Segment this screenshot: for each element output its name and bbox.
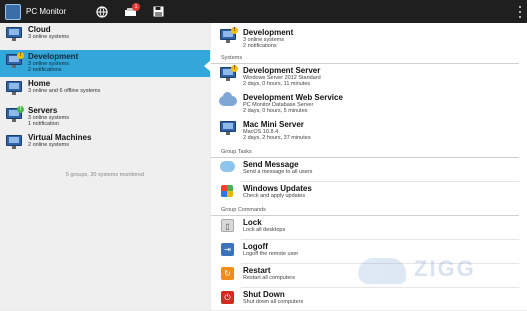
watermark-text: ZIGG	[414, 256, 476, 281]
group-name: Development	[28, 52, 79, 61]
group-item-home[interactable]: Home 3 online and 6 offline systems	[0, 77, 210, 104]
warning-icon: !	[231, 65, 238, 72]
system-uptime: 2 days, 2 hours, 37 minutes	[243, 135, 311, 141]
whale-logo-icon	[358, 258, 406, 284]
group-name: Servers	[28, 106, 58, 115]
chat-bubble-icon	[219, 160, 237, 176]
monitor-icon: !	[5, 52, 24, 69]
command-shut-down[interactable]: ⏻ Shut Down Shut down all computers	[211, 290, 527, 311]
group-header: ! Development 3 online systems 2 notificat…	[211, 23, 527, 53]
monitor-icon: !	[219, 65, 238, 82]
app-title: PC Monitor	[26, 7, 67, 16]
system-item-development-server[interactable]: ! Development Server Windows Server 2012 …	[211, 65, 527, 93]
task-description: Check and apply updates	[243, 193, 306, 199]
monitor-icon	[5, 134, 23, 150]
group-name: Home	[28, 79, 51, 88]
windows-icon	[219, 184, 237, 200]
system-item-mac-mini-server[interactable]: Mac Mini Server MacOS 10.8.4 2 days, 2 hou…	[211, 120, 527, 147]
overflow-menu-icon[interactable]	[518, 6, 522, 18]
floppy-disk-icon	[153, 6, 163, 17]
command-name: Lock	[243, 218, 262, 227]
group-status: 3 online systems	[28, 34, 69, 40]
group-name: Virtual Machines	[28, 133, 92, 142]
group-item-virtual-machines[interactable]: Virtual Machines 2 online systems	[0, 131, 210, 158]
command-name: Shut Down	[243, 290, 285, 299]
group-item-development[interactable]: ! Development 3 online systems 2 notificat…	[0, 50, 210, 77]
group-name: Cloud	[28, 25, 51, 34]
command-description: Lock all desktops	[243, 227, 286, 233]
cloud-icon	[219, 92, 237, 109]
app-logo-icon	[5, 3, 21, 20]
warning-icon: !	[17, 52, 24, 59]
power-icon: ⏻	[219, 290, 237, 306]
divider	[241, 181, 519, 182]
monitor-icon	[219, 120, 237, 136]
globe-button[interactable]	[88, 0, 116, 23]
command-description: Logoff the remote user	[243, 251, 299, 257]
group-commands-section-header: Group Commands	[211, 205, 519, 216]
warning-icon: !	[231, 27, 238, 34]
command-description: Shut down all computers	[243, 299, 304, 305]
monitor-icon: !	[219, 27, 238, 44]
systems-section-header: Systems	[211, 53, 519, 64]
monitor-icon: !	[5, 106, 24, 123]
monitor-icon	[5, 80, 23, 96]
group-item-cloud[interactable]: Cloud 3 online systems	[0, 23, 210, 50]
system-name: Development Server	[243, 66, 321, 75]
group-status: 2 online systems	[28, 142, 69, 148]
notification-count-badge: 1	[132, 3, 140, 11]
command-lock[interactable]: ▯ Lock Lock all desktops	[211, 218, 527, 239]
task-windows-updates[interactable]: Windows Updates Check and apply updates	[211, 184, 527, 205]
command-name: Logoff	[243, 242, 268, 251]
group-notifications: 2 notifications	[28, 67, 62, 73]
system-name: Mac Mini Server	[243, 120, 304, 129]
system-item-development-web-service[interactable]: Development Web Service PC Monitor Databa…	[211, 92, 527, 120]
command-name: Restart	[243, 266, 271, 275]
notifications-button[interactable]: 1	[116, 0, 144, 23]
task-name: Send Message	[243, 160, 299, 169]
save-button[interactable]	[144, 0, 172, 23]
group-tasks-section-header: Group Tasks	[211, 147, 519, 158]
command-description: Restart all computers	[243, 275, 295, 281]
action-bar: PC Monitor 1	[0, 0, 527, 23]
watermark: ZIGG	[350, 250, 500, 290]
restart-icon: ↻	[219, 266, 237, 282]
task-name: Windows Updates	[243, 184, 312, 193]
system-uptime: 2 days, 0 hours, 5 minutes	[243, 108, 308, 114]
system-name: Development Web Service	[243, 93, 343, 102]
system-uptime: 2 days, 0 hours, 11 minutes	[243, 81, 311, 87]
groups-summary: 5 groups, 20 systems monitored	[65, 172, 145, 178]
monitor-icon	[5, 26, 23, 42]
group-status: 3 online and 6 offline systems	[28, 88, 101, 94]
group-list: Cloud 3 online systems ! Development 3 onl…	[0, 23, 210, 310]
task-description: Send a message to all users	[243, 169, 313, 175]
selection-pointer	[204, 60, 211, 72]
group-notifications: 2 notifications	[243, 43, 277, 49]
task-send-message[interactable]: Send Message Send a message to all users	[211, 160, 527, 181]
globe-icon	[96, 5, 108, 18]
group-item-servers[interactable]: ! Servers 3 online systems 1 notification	[0, 104, 210, 131]
lock-icon: ▯	[219, 218, 237, 234]
group-notifications: 1 notification	[28, 121, 59, 127]
logoff-icon: ⇥	[219, 242, 237, 258]
group-title: Development	[243, 28, 294, 37]
notification-icon: !	[17, 106, 24, 113]
divider	[241, 239, 519, 240]
